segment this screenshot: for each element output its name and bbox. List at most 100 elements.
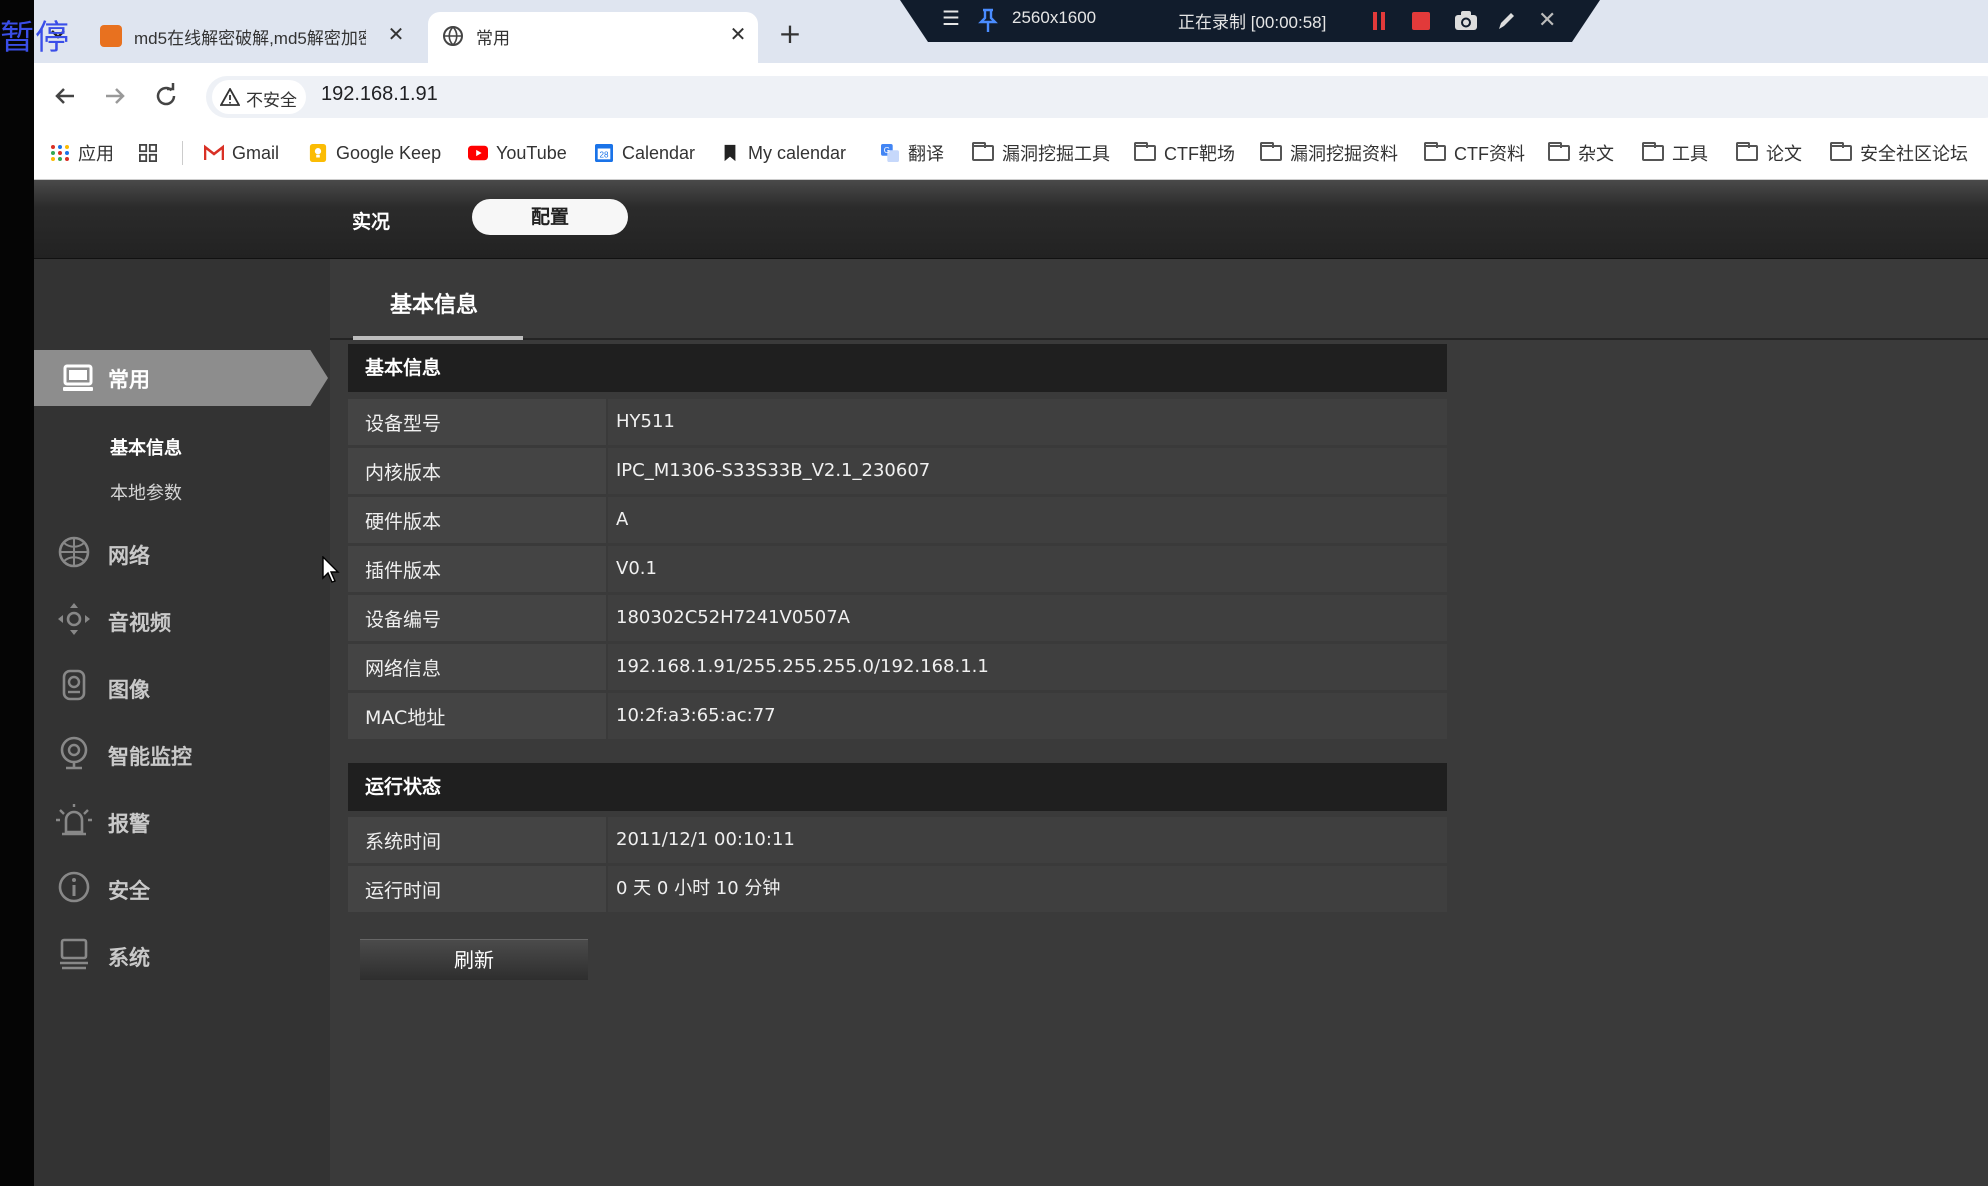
row-label: MAC地址 — [348, 693, 606, 739]
bookmark-google-keep[interactable]: Google Keep — [308, 139, 441, 167]
row-value: 2011/12/1 00:10:11 — [608, 817, 1447, 863]
pause-icon[interactable] — [1372, 12, 1386, 30]
row-value: HY511 — [608, 399, 1447, 445]
recorder-close-icon[interactable]: ✕ — [1538, 7, 1556, 33]
grid-icon — [139, 144, 157, 162]
youtube-icon — [468, 145, 488, 161]
bookmark-folder[interactable]: CTF靶场 — [1134, 139, 1235, 167]
new-tab-button[interactable]: + — [772, 16, 808, 52]
info-row-network-info: 网络信息 192.168.1.91/255.255.255.0/192.168.… — [348, 644, 1447, 690]
row-label: 设备型号 — [348, 399, 606, 445]
folder-icon — [1548, 142, 1570, 161]
sidebar-item-system[interactable]: 系统 — [34, 932, 324, 980]
bookmark-folder[interactable]: 漏洞挖掘工具 — [972, 139, 1110, 167]
folder-icon — [1830, 142, 1852, 161]
folder-icon — [1736, 142, 1758, 161]
bookmark-label: CTF靶场 — [1164, 144, 1235, 164]
calendar-icon: 28 — [595, 144, 613, 162]
info-icon — [58, 871, 90, 903]
keep-icon — [309, 144, 327, 162]
info-row-mac-address: MAC地址 10:2f:a3:65:ac:77 — [348, 693, 1447, 739]
reload-button[interactable] — [147, 77, 185, 115]
sidebar-subitem-basic-info[interactable]: 基本信息 — [110, 434, 182, 460]
tab-basic-info[interactable]: 基本信息 — [390, 287, 478, 319]
row-label: 网络信息 — [348, 644, 606, 690]
tab-close-icon[interactable]: ✕ — [382, 20, 410, 48]
bookmark-label: YouTube — [496, 142, 567, 163]
bookmark-folder[interactable]: 漏洞挖掘资料 — [1260, 139, 1398, 167]
folder-icon — [972, 142, 994, 161]
bookmark-gmail[interactable]: Gmail — [204, 139, 279, 167]
browser-tab-md5[interactable]: md5在线解密破解,md5解密加密 ✕ — [88, 12, 418, 63]
row-label: 硬件版本 — [348, 497, 606, 543]
bookmarks-bar: 应用 Gmail Google Keep YouTube 28 Calendar… — [34, 129, 1988, 180]
active-tab-underline — [353, 336, 523, 340]
bookmark-label: Google Keep — [336, 142, 442, 163]
row-value: A — [608, 497, 1447, 543]
bookmark-calendar[interactable]: 28 Calendar — [594, 139, 695, 167]
pause-overlay-text: 暂停 — [0, 18, 70, 58]
bookmark-label: My calendar — [748, 142, 847, 163]
sidebar-item-audio-video[interactable]: 音视频 — [34, 597, 324, 645]
recorder-status: 正在录制 [00:00:58] — [1178, 13, 1327, 32]
section-heading-basic-info: 基本信息 — [348, 344, 1447, 392]
bookmark-icon — [724, 144, 736, 162]
row-value: 10:2f:a3:65:ac:77 — [608, 693, 1447, 739]
row-label: 插件版本 — [348, 546, 606, 592]
bookmark-youtube[interactable]: YouTube — [468, 139, 567, 167]
bookmark-folder[interactable]: 安全社区论坛 — [1830, 139, 1968, 167]
bookmark-translate[interactable]: G 翻译 — [880, 139, 944, 167]
bookmark-grid[interactable] — [138, 139, 166, 167]
nav-live[interactable]: 实况 — [352, 207, 390, 234]
folder-icon — [1642, 142, 1664, 161]
url-text[interactable]: 192.168.1.91 — [321, 83, 438, 106]
sidebar-item-label: 报警 — [108, 812, 150, 836]
sidebar-item-smart-monitor[interactable]: 智能监控 — [34, 731, 324, 779]
back-button[interactable] — [46, 77, 84, 115]
monitor-icon — [63, 364, 93, 391]
info-row-device-model: 设备型号 HY511 — [348, 399, 1447, 445]
bookmark-my-calendar[interactable]: My calendar — [720, 139, 846, 167]
row-label: 运行时间 — [348, 866, 606, 912]
bookmark-folder[interactable]: CTF资料 — [1424, 139, 1525, 167]
network-globe-icon — [58, 536, 90, 568]
row-value: V0.1 — [608, 546, 1447, 592]
pin-icon[interactable] — [978, 8, 998, 34]
sidebar-subitem-local-params[interactable]: 本地参数 — [110, 479, 182, 505]
sidebar-item-label: 常用 — [108, 368, 150, 392]
av-move-icon — [58, 603, 90, 635]
sidebar-item-image[interactable]: 图像 — [34, 664, 324, 712]
sidebar-item-security[interactable]: 安全 — [34, 865, 324, 913]
sidebar-item-common[interactable]: 常用 — [34, 350, 328, 406]
apps-grid-icon — [51, 145, 69, 161]
security-indicator[interactable]: 不安全 — [212, 80, 306, 114]
tab-close-icon[interactable]: ✕ — [724, 20, 752, 48]
pen-icon[interactable] — [1496, 10, 1516, 37]
forward-button[interactable] — [96, 77, 134, 115]
refresh-button[interactable]: 刷新 — [360, 939, 588, 980]
bookmark-label: CTF资料 — [1454, 144, 1525, 164]
stop-icon[interactable] — [1412, 12, 1430, 35]
row-value: 180302C52H7241V0507A — [608, 595, 1447, 641]
security-label: 不安全 — [246, 91, 297, 111]
tab-title: 常用 — [476, 29, 510, 48]
info-row-uptime: 运行时间 0 天 0 小时 10 分钟 — [348, 866, 1447, 912]
sidebar-item-alarm[interactable]: 报警 — [34, 798, 324, 846]
bookmark-apps[interactable]: 应用 — [50, 139, 114, 167]
address-bar[interactable] — [206, 76, 1988, 118]
row-value: 0 天 0 小时 10 分钟 — [608, 866, 1447, 912]
recorder-menu-icon[interactable]: ☰ — [942, 6, 960, 31]
browser-tab-active[interactable]: 常用 ✕ — [428, 12, 758, 63]
gmail-icon — [204, 144, 224, 160]
nav-config[interactable]: 配置 — [472, 199, 628, 235]
camera-image-icon — [62, 669, 86, 701]
md5-site-favicon-icon — [100, 25, 122, 47]
sidebar-item-network[interactable]: 网络 — [34, 530, 324, 578]
bookmark-label: Gmail — [232, 142, 280, 163]
bookmark-folder[interactable]: 工具 — [1642, 139, 1708, 167]
bookmark-folder[interactable]: 杂文 — [1548, 139, 1614, 167]
camera-icon[interactable] — [1454, 10, 1478, 37]
sidebar-item-label: 智能监控 — [108, 745, 192, 769]
warning-triangle-icon — [220, 88, 240, 106]
bookmark-folder[interactable]: 论文 — [1736, 139, 1802, 167]
